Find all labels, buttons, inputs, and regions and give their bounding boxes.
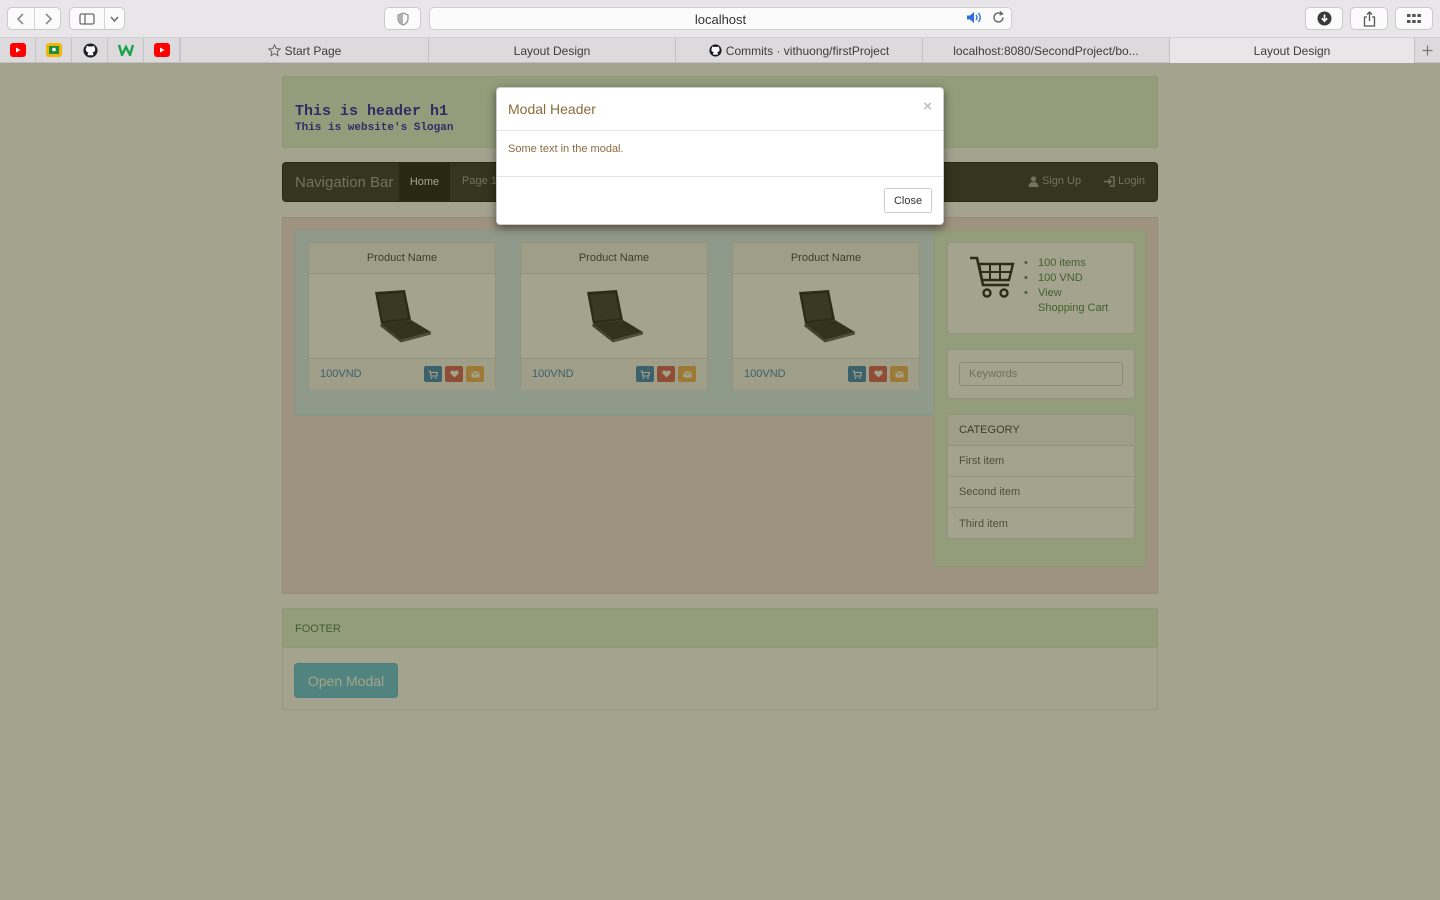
modal-body-text: Some text in the modal. [508, 143, 624, 155]
chevron-right-icon [44, 12, 52, 25]
tab-commits[interactable]: Commits · vithuong/firstProject [675, 38, 922, 63]
github-icon [709, 44, 722, 57]
youtube-icon[interactable] [10, 43, 26, 57]
downloads-button[interactable] [1305, 7, 1343, 30]
tab-start-page[interactable]: Start Page [180, 38, 428, 63]
privacy-report-button[interactable] [384, 7, 421, 30]
tab-localhost[interactable]: localhost:8080/SecondProject/bo... [922, 38, 1169, 63]
bookmarks-and-tabs-bar: Start Page Layout Design Commits · vithu… [0, 38, 1440, 63]
tab-label: Layout Design [1253, 43, 1331, 58]
sidebar-icon [79, 12, 95, 25]
plus-icon [1422, 45, 1433, 56]
reload-icon[interactable] [992, 11, 1005, 24]
close-icon[interactable]: × [923, 98, 932, 115]
address-bar[interactable]: localhost [429, 7, 1012, 30]
share-button[interactable] [1350, 7, 1388, 30]
tab-label: Start Page [284, 43, 342, 58]
forward-button[interactable] [34, 8, 60, 29]
w-icon[interactable] [118, 43, 134, 57]
sidebar-controls [69, 7, 125, 30]
back-button[interactable] [8, 8, 34, 29]
sidebar-menu-button[interactable] [104, 8, 124, 29]
tab-label: Commits · vithuong/firstProject [725, 43, 890, 58]
speaker-icon[interactable] [966, 11, 983, 24]
tab-label: Layout Design [513, 43, 591, 58]
tab-layout-design[interactable]: Layout Design [428, 38, 675, 63]
modal-title: Modal Header [508, 101, 596, 117]
modal-dialog: Modal Header × Some text in the modal. C… [496, 87, 944, 225]
share-icon [1363, 10, 1375, 27]
tab-label: localhost:8080/SecondProject/bo... [953, 43, 1139, 58]
close-button[interactable]: Close [884, 188, 932, 213]
browser-toolbar: localhost [0, 0, 1440, 38]
star-icon [267, 44, 281, 57]
chevron-left-icon [17, 12, 24, 25]
tab-overview-button[interactable] [1395, 7, 1433, 30]
history-nav [7, 7, 61, 30]
url-text: localhost [694, 12, 747, 27]
chevron-down-icon [110, 16, 119, 22]
new-tab-button[interactable] [1414, 38, 1440, 63]
download-icon [1317, 11, 1331, 26]
youtube-icon[interactable] [154, 43, 170, 57]
tab-layout-design-active[interactable]: Layout Design [1169, 38, 1414, 63]
shield-icon [396, 11, 409, 26]
sidebar-toggle-button[interactable] [70, 8, 104, 29]
google-classroom-icon[interactable] [46, 43, 62, 57]
grid-icon [1407, 13, 1421, 23]
github-icon[interactable] [82, 42, 98, 58]
